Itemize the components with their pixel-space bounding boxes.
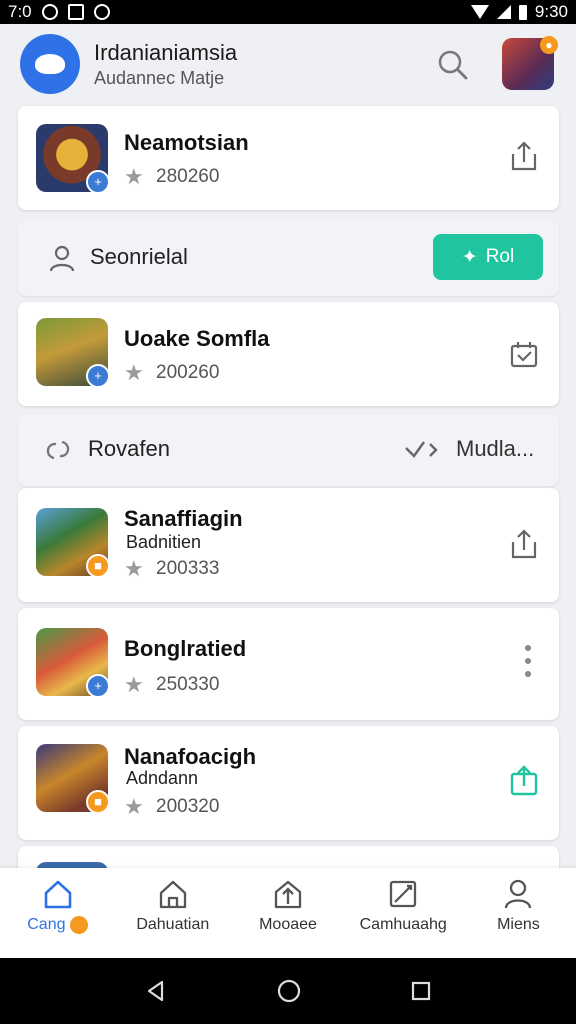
app-header: Irdanianiamsia Audannec Matje ● — [0, 24, 576, 104]
nav-item-2[interactable]: Dahuatian — [115, 868, 230, 958]
nav-label: Camhuaahg — [359, 916, 447, 933]
nav-item-home[interactable]: Cang — [0, 868, 115, 958]
card-title: Sanaffiagin — [124, 506, 243, 531]
rating: ★ 200260 — [124, 362, 219, 384]
star-icon: ★ — [124, 556, 144, 581]
card-title: Bonglratied — [124, 636, 247, 661]
nav-label: Cang — [27, 916, 88, 934]
app-icon: + — [36, 318, 110, 388]
rating: ★ 280260 — [124, 166, 219, 188]
pin-icon: ✦ — [461, 246, 478, 268]
app-logo[interactable] — [20, 34, 80, 94]
card-subtitle: Badnitien — [126, 532, 202, 552]
app-card[interactable]: + Bonglratied ★ 250330 — [18, 608, 559, 720]
profile-section: Seonrielal ✦ Rol — [18, 220, 559, 296]
avatar-badge: ● — [540, 36, 558, 54]
system-nav-bar — [0, 958, 576, 1024]
recent-label: Rovafen — [88, 436, 170, 461]
home-icon — [44, 880, 71, 909]
upload-icon — [274, 880, 302, 909]
star-icon: ★ — [124, 164, 144, 189]
nav-badge — [69, 916, 88, 934]
star-icon: ★ — [124, 794, 144, 819]
nav-item-4[interactable]: Camhuaahg — [346, 868, 461, 958]
notification-icon — [41, 4, 58, 20]
rating-value: 280260 — [156, 166, 220, 187]
house-icon — [159, 880, 186, 909]
card-subtitle: Adndann — [126, 768, 199, 788]
app-icon: ■ — [36, 508, 110, 578]
avatar[interactable]: ● — [502, 36, 558, 90]
app-card[interactable]: ■ Sanaffiagin Badnitien ★ 200333 — [18, 488, 559, 602]
card-title: Nanafoacigh — [124, 744, 257, 769]
image-icon — [390, 880, 417, 908]
app-badge-icon: ■ — [86, 554, 110, 578]
nav-label: Dahuatian — [136, 916, 210, 933]
person-icon — [49, 245, 75, 272]
rating-value: 250330 — [156, 674, 220, 695]
star-icon: ★ — [124, 360, 144, 385]
nav-item-3[interactable]: Mooaee — [230, 868, 345, 958]
profile-action-label: Rol — [485, 246, 515, 267]
back-icon[interactable] — [144, 979, 168, 1003]
app-icon: ■ — [36, 744, 110, 814]
profile-action-button[interactable]: ✦ Rol — [433, 234, 543, 280]
rating-value: 200260 — [156, 362, 220, 383]
app-card[interactable]: + Uoake Somfla ★ 200260 — [18, 302, 559, 406]
cloud-icon — [35, 54, 65, 74]
status-time: 7:0 — [8, 2, 32, 21]
app-card[interactable]: + Neamotsian ★ 280260 — [18, 106, 559, 210]
header-subtitle: Audannec Matje — [94, 67, 225, 88]
rating: ★ 250330 — [124, 674, 219, 696]
share-icon[interactable] — [509, 528, 539, 560]
app-icon: + — [36, 124, 110, 194]
app-icon: + — [36, 628, 110, 698]
star-icon: ★ — [124, 672, 144, 697]
profile-label: Seonrielal — [90, 244, 188, 269]
status-bar: 7:0 9:30 — [0, 0, 576, 24]
recent-section: Rovafen Mudla... — [18, 414, 559, 486]
app-card[interactable]: ■ Nanafoacigh Adndann ★ 200320 — [18, 726, 559, 840]
rating-value: 200333 — [156, 558, 220, 579]
home-circle-icon[interactable] — [276, 978, 302, 1004]
chevron-icon[interactable] — [404, 438, 440, 462]
app-badge-icon: + — [86, 170, 110, 194]
rating-value: 200320 — [156, 796, 220, 817]
rating: ★ 200320 — [124, 796, 219, 818]
search-icon[interactable] — [436, 48, 470, 82]
card-title: Uoake Somfla — [124, 326, 270, 351]
sync-icon — [93, 4, 110, 20]
app-badge-icon: + — [86, 674, 110, 698]
app-notification-icon — [67, 4, 84, 20]
nav-label: Miens — [497, 916, 540, 933]
recent-icon[interactable] — [410, 980, 432, 1002]
recent-more-link[interactable]: Mudla... — [456, 436, 534, 462]
battery-icon — [518, 4, 527, 20]
rating: ★ 200333 — [124, 558, 219, 580]
nav-label: Mooaee — [259, 916, 317, 933]
share-icon[interactable] — [509, 764, 539, 796]
calendar-check-icon[interactable] — [509, 338, 539, 370]
signal-icon — [496, 5, 511, 19]
header-title: Irdanianiamsia — [94, 39, 238, 65]
card-title: Neamotsian — [124, 130, 249, 155]
app-badge-icon: ■ — [86, 790, 110, 814]
bottom-nav: Cang Dahuatian Mooaee Camhuaahg Miens — [0, 868, 576, 958]
status-clock: 9:30 — [534, 2, 568, 21]
wifi-icon — [470, 5, 489, 19]
more-vert-icon[interactable] — [523, 644, 533, 678]
link-icon — [46, 440, 70, 460]
app-badge-icon: + — [86, 364, 110, 388]
share-icon[interactable] — [509, 140, 539, 172]
nav-item-5[interactable]: Miens — [461, 868, 576, 958]
person-icon — [505, 879, 532, 909]
